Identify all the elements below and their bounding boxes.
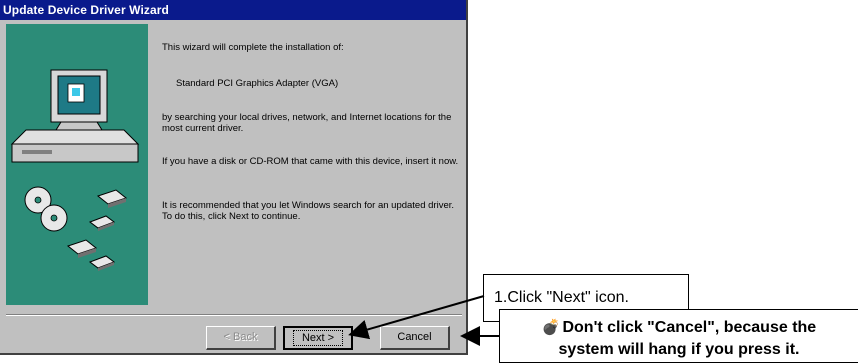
next-arrow [348,295,485,340]
annotation-arrows [348,295,500,346]
